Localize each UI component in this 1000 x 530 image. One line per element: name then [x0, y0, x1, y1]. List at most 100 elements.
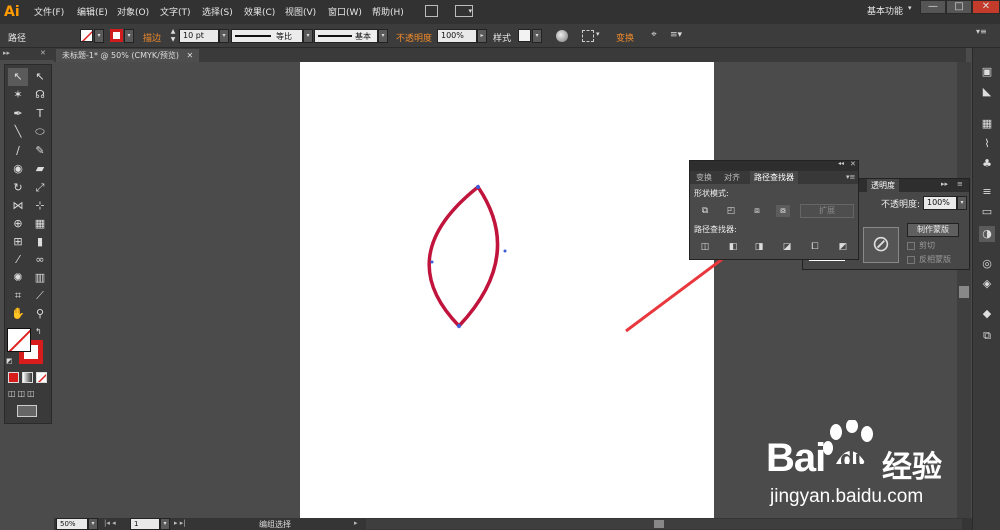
gradient-mode-icon[interactable]: [22, 372, 33, 383]
transparency-tab[interactable]: 透明度: [867, 179, 899, 192]
isolate-icon[interactable]: ⌖: [648, 29, 660, 41]
layers-panel-icon[interactable]: ◆: [979, 306, 995, 322]
next-artboard-icon[interactable]: ▸ ▸|: [174, 519, 186, 527]
lasso-tool-icon[interactable]: ☊: [30, 86, 50, 104]
slice-tool-icon[interactable]: ⟋: [30, 287, 50, 305]
variable-width-profile[interactable]: 等比: [231, 29, 303, 43]
menu-type[interactable]: 文字(T): [160, 5, 191, 18]
symbol-sprayer-tool-icon[interactable]: ✺: [8, 269, 28, 287]
menu-object[interactable]: 对象(O): [117, 5, 149, 18]
transparency-panel-icon[interactable]: ◑: [979, 226, 995, 242]
type-tool-icon[interactable]: T: [30, 105, 50, 123]
artboard-dropdown[interactable]: ▾: [160, 518, 170, 530]
direct-selection-tool-icon[interactable]: ↖: [30, 68, 50, 86]
brush-definition[interactable]: 基本: [314, 29, 378, 43]
intersect-icon[interactable]: ⧈: [750, 205, 764, 217]
brushes-panel-icon[interactable]: ⌇: [979, 136, 995, 152]
scale-tool-icon[interactable]: ⤢: [30, 179, 50, 197]
scroll-thumb[interactable]: [959, 286, 969, 298]
make-mask-button[interactable]: 制作蒙版: [907, 223, 959, 237]
appearance-panel-icon[interactable]: ◎: [979, 256, 995, 272]
crop-icon[interactable]: ◪: [780, 241, 794, 253]
merge-icon[interactable]: ◨: [752, 241, 766, 253]
first-artboard-icon[interactable]: |◂ ◂: [104, 519, 116, 527]
fill-dropdown[interactable]: ▾: [94, 29, 104, 43]
line-tool-icon[interactable]: ╲: [8, 123, 28, 141]
panel-menu-icon[interactable]: ≡▾: [670, 29, 692, 41]
minus-front-icon[interactable]: ◰: [724, 205, 738, 217]
maximize-button[interactable]: □: [946, 0, 972, 14]
invert-mask-checkbox[interactable]: [907, 256, 915, 264]
perspective-grid-tool-icon[interactable]: ▦: [30, 215, 50, 233]
graphic-styles-icon[interactable]: ◈: [979, 276, 995, 292]
hand-tool-icon[interactable]: ✋: [8, 305, 28, 323]
artboard-number-input[interactable]: 1: [130, 518, 160, 530]
opacity-input[interactable]: 100%: [437, 29, 477, 43]
style-swatch[interactable]: [518, 29, 531, 42]
selection-tool-icon[interactable]: ↖: [8, 68, 28, 86]
pen-tool-icon[interactable]: ✒: [8, 105, 28, 123]
menu-window[interactable]: 窗口(W): [328, 5, 362, 18]
trim-icon[interactable]: ◧: [726, 241, 740, 253]
bridge-icon[interactable]: [425, 5, 438, 17]
workspace-switcher[interactable]: 基本功能: [867, 4, 903, 17]
exclude-icon[interactable]: ⧇: [776, 205, 790, 217]
pencil-tool-icon[interactable]: ✎: [30, 142, 50, 160]
close-window-button[interactable]: ✕: [972, 0, 1000, 14]
menu-select[interactable]: 选择(S): [202, 5, 233, 18]
panel-expand-icon[interactable]: ▸▸: [941, 180, 948, 188]
brush-dropdown[interactable]: ▾: [378, 29, 388, 43]
align-icon[interactable]: [582, 30, 594, 42]
stroke-swatch[interactable]: [110, 29, 123, 42]
panel-menu-icon[interactable]: ≡: [957, 180, 963, 188]
stroke-weight-input[interactable]: 10 pt: [179, 29, 219, 43]
stroke-panel-icon[interactable]: ≡: [979, 184, 995, 200]
transparency-opacity-dropdown[interactable]: ▾: [957, 196, 967, 210]
tab-pathfinder[interactable]: 路径查找器: [750, 171, 798, 184]
blend-tool-icon[interactable]: ∞: [30, 251, 50, 269]
free-transform-tool-icon[interactable]: ⊹: [30, 197, 50, 215]
artboard[interactable]: [300, 62, 714, 520]
arrange-documents-icon[interactable]: ▾: [455, 5, 473, 17]
symbols-panel-icon[interactable]: ♣: [979, 156, 995, 172]
stroke-dropdown[interactable]: ▾: [124, 29, 134, 43]
paintbrush-tool-icon[interactable]: ∕: [8, 142, 28, 160]
eraser-tool-icon[interactable]: ▰: [30, 160, 50, 178]
menu-effect[interactable]: 效果(C): [244, 5, 275, 18]
gradient-panel-icon[interactable]: ▭: [979, 204, 995, 220]
menu-view[interactable]: 视图(V): [285, 5, 316, 18]
status-menu-arrow[interactable]: ▸: [354, 519, 358, 527]
transform-label[interactable]: 变换: [616, 31, 634, 44]
style-dropdown[interactable]: ▾: [532, 29, 542, 43]
artboards-panel-icon[interactable]: ⧉: [979, 328, 995, 344]
tab-transform[interactable]: 变换: [692, 171, 716, 184]
control-bar-menu-icon[interactable]: ▾≡: [976, 27, 987, 36]
expand-button[interactable]: 扩展: [800, 204, 854, 218]
recolor-artwork-icon[interactable]: [556, 30, 568, 42]
document-tab[interactable]: 未标题-1* @ 50% (CMYK/预览) ✕: [56, 49, 200, 62]
stroke-weight-dropdown[interactable]: ▾: [219, 29, 229, 43]
none-mode-icon[interactable]: [36, 372, 47, 383]
minimize-button[interactable]: —: [920, 0, 946, 14]
menu-help[interactable]: 帮助(H): [372, 5, 404, 18]
transparency-opacity-input[interactable]: 100%: [923, 196, 957, 210]
color-panel-icon[interactable]: ▣: [979, 64, 995, 80]
color-guide-icon[interactable]: ◣: [979, 84, 995, 100]
outline-icon[interactable]: ⧠: [808, 241, 822, 253]
align-dropdown[interactable]: ▾: [596, 30, 600, 38]
fill-swatch-none-icon[interactable]: [80, 29, 93, 42]
panel-close-icon[interactable]: ✕: [850, 160, 856, 168]
swap-fill-stroke-icon[interactable]: ↰: [35, 327, 42, 336]
profile-dropdown[interactable]: ▾: [303, 29, 313, 43]
draw-modes-icon[interactable]: ◫◫◫: [8, 389, 37, 398]
color-mode-icon[interactable]: [8, 372, 19, 383]
zoom-dropdown[interactable]: ▾: [88, 518, 98, 530]
stroke-label[interactable]: 描边: [143, 31, 161, 44]
swatches-panel-icon[interactable]: ▦: [979, 116, 995, 132]
default-fill-stroke-icon[interactable]: ◩: [6, 357, 13, 365]
artboard-tool-icon[interactable]: ⌗: [8, 287, 28, 305]
panel-collapse-icon[interactable]: ◂◂: [838, 160, 844, 167]
zoom-input[interactable]: 50%: [56, 518, 88, 530]
close-document-icon[interactable]: ✕: [187, 51, 194, 60]
collapse-toolbox-icon[interactable]: ▸▸: [3, 49, 10, 57]
